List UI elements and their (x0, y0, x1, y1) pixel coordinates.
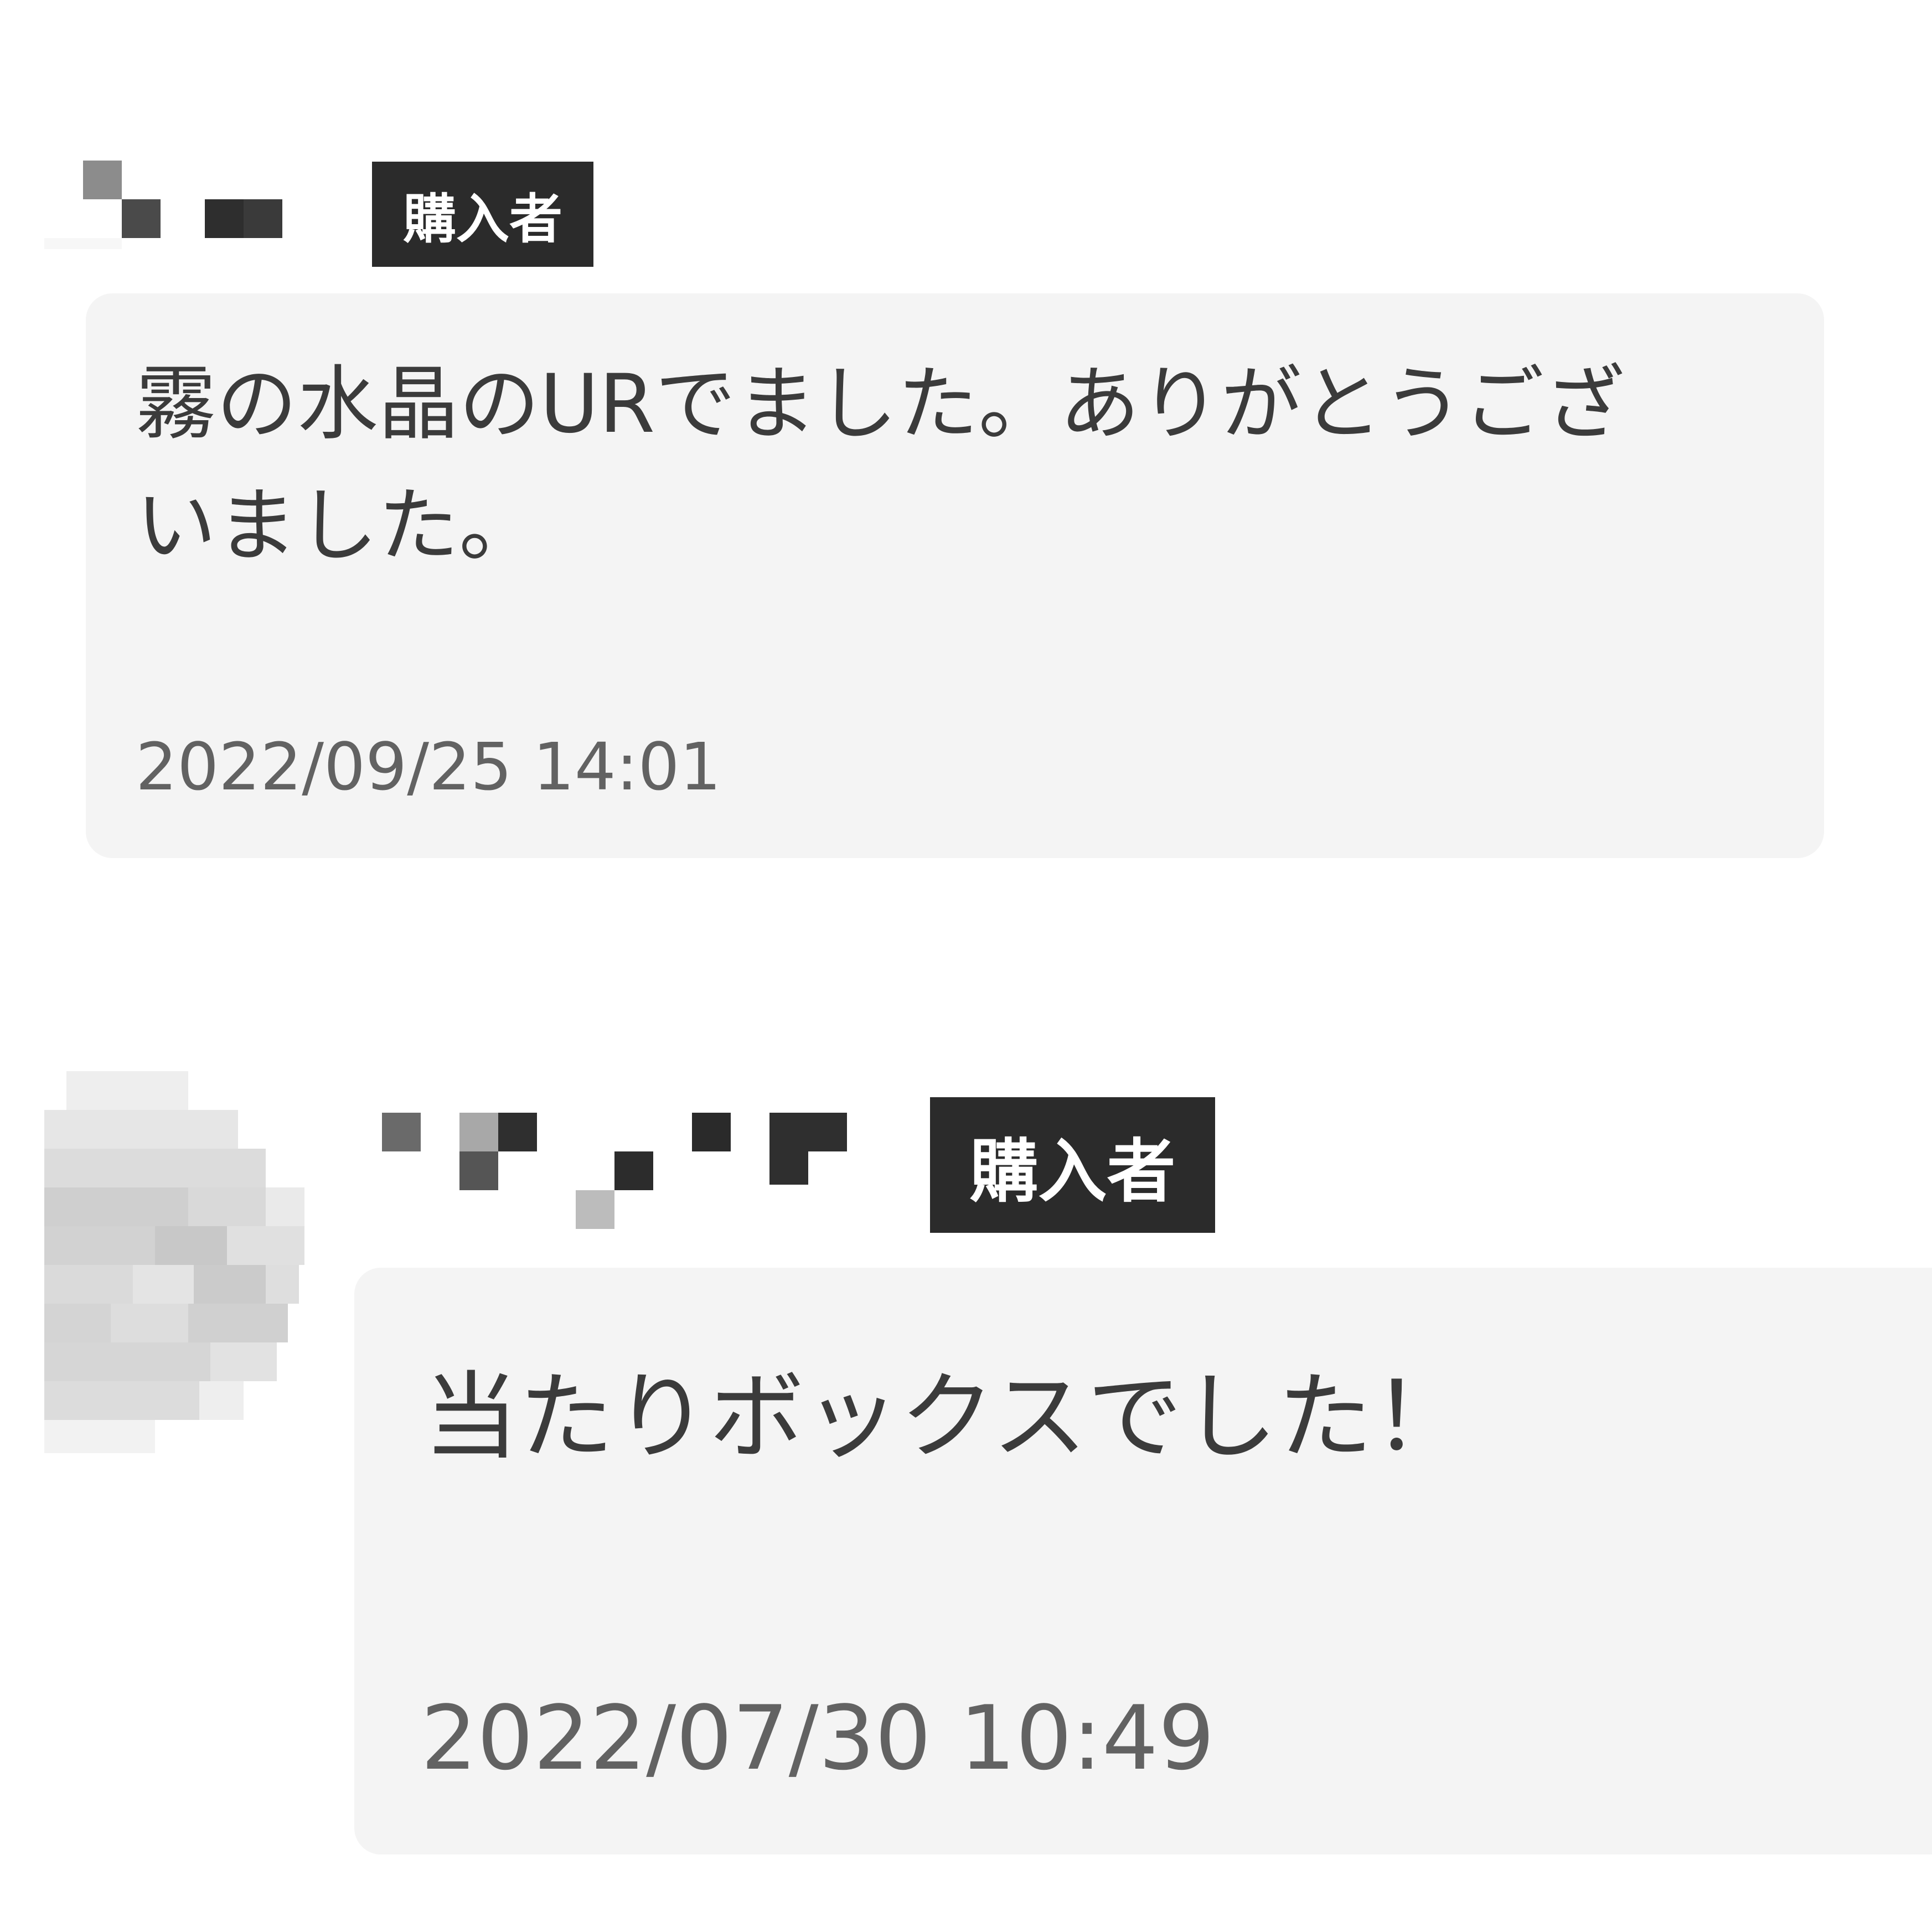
review-message-line: いました。 (136, 479, 540, 573)
review-message-line: 霧の水晶のURでました。ありがとうござ (136, 357, 1625, 451)
pixelated-avatar (44, 1071, 304, 1497)
review-message-line: 当たりボックスでした！ (423, 1361, 1468, 1473)
pixelated-username (376, 1107, 853, 1234)
review-list: 購入者 霧の水晶のURでました。ありがとうござ いました。 2022/09/25… (0, 0, 1932, 1932)
buyer-badge: 購入者 (372, 162, 593, 267)
review-timestamp: 2022/07/30 10:49 (421, 1686, 1215, 1790)
buyer-badge: 購入者 (930, 1097, 1215, 1233)
pixelated-username (44, 161, 288, 249)
review-timestamp: 2022/09/25 14:01 (136, 729, 721, 805)
